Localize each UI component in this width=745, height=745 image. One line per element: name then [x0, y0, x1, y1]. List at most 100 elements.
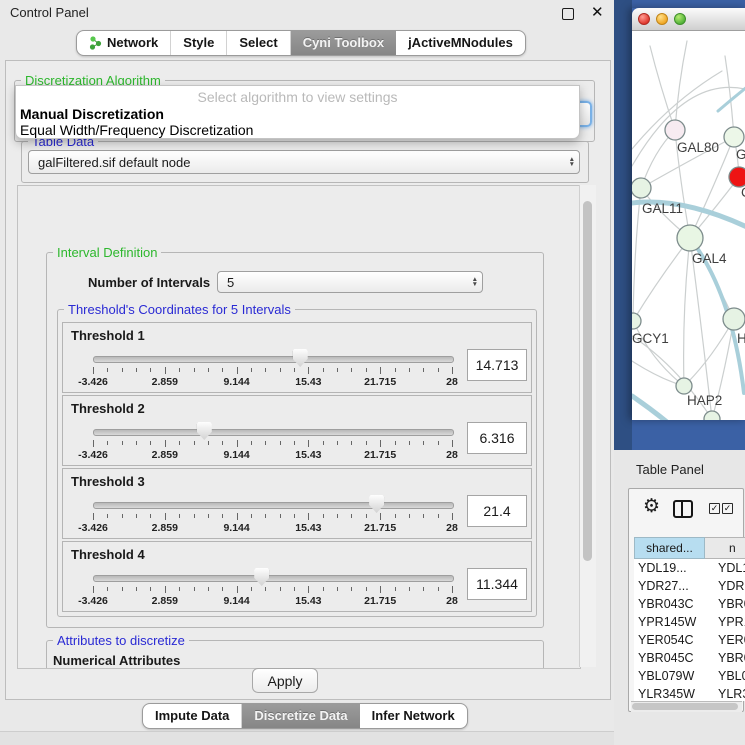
slider-track[interactable]	[93, 356, 454, 363]
network-node-hap2-node[interactable]	[676, 378, 692, 394]
tick-mark	[366, 368, 367, 372]
tab-style[interactable]: Style	[171, 31, 227, 55]
cell-name: YPR1	[718, 615, 745, 629]
table-row[interactable]: YBL079WYBL0	[634, 667, 745, 685]
settings-scrollbar-thumb[interactable]	[583, 201, 592, 561]
gear-icon[interactable]: ⚙	[643, 495, 660, 518]
network-node-gal80-node[interactable]	[665, 120, 685, 140]
tick-mark	[150, 441, 151, 445]
tick-mark	[409, 587, 410, 591]
tick-mark	[438, 368, 439, 372]
tick-mark	[208, 587, 209, 591]
checkbox-icon[interactable]: ✓	[722, 503, 733, 514]
interval-definition-group: Interval Definition Number of Intervals …	[46, 252, 544, 628]
algorithm-combo-focused-fragment[interactable]	[578, 101, 592, 127]
table-row[interactable]: YBR043C YBR0	[634, 595, 745, 613]
slider-thumb[interactable]	[293, 349, 308, 367]
settings-scrollbar[interactable]	[579, 185, 596, 667]
threshold-label: Threshold 2	[71, 401, 145, 416]
slider-thumb[interactable]	[197, 422, 212, 440]
table-data-combo[interactable]: galFiltered.sif default node ▲▼	[28, 150, 580, 174]
tick-mark	[337, 441, 338, 445]
tick-mark	[395, 441, 396, 445]
table-row[interactable]: YDL19...YDL1	[634, 559, 745, 577]
stepper-arrows-icon[interactable]: ▲▼	[472, 277, 478, 288]
tick-mark	[323, 514, 324, 518]
threshold-value-field[interactable]: 21.4	[467, 495, 527, 527]
tab-select[interactable]: Select	[227, 31, 290, 55]
network-node-gal4-node[interactable]	[677, 225, 703, 251]
number-of-intervals-label: Number of Intervals	[88, 275, 210, 290]
table-row[interactable]: YPR145WYPR1	[634, 613, 745, 631]
tick-label: 9.144	[207, 449, 267, 461]
bottom-tab-bar: Impute DataDiscretize DataInfer Network	[142, 703, 468, 729]
network-node-right-node[interactable]	[723, 308, 745, 330]
table-row[interactable]: YER054CYER0	[634, 631, 745, 649]
slider-thumb[interactable]	[254, 568, 269, 586]
tab-jactivemnodules[interactable]: jActiveMNodules	[396, 31, 525, 55]
column-header-name[interactable]: n	[705, 537, 745, 559]
tab-network[interactable]: Network	[77, 31, 171, 55]
tab-impute-data[interactable]: Impute Data	[143, 704, 242, 728]
slider-track[interactable]	[93, 502, 454, 509]
tick-mark	[251, 587, 252, 591]
float-window-icon[interactable]	[562, 8, 574, 20]
tick-mark	[136, 368, 137, 372]
checkbox-icon[interactable]: ✓	[709, 503, 720, 514]
minimize-traffic-light[interactable]	[656, 13, 668, 25]
node-label-gal80: GAL80	[677, 140, 719, 155]
tick-mark	[395, 368, 396, 372]
threshold-value-field[interactable]: 6.316	[467, 422, 527, 454]
tab-cyni-toolbox[interactable]: Cyni Toolbox	[291, 31, 396, 55]
table-row[interactable]: YLR345WYLR3	[634, 685, 745, 701]
dropdown-option[interactable]: Equal Width/Frequency Discretization	[20, 122, 253, 138]
horizontal-scrollbar-thumb[interactable]	[632, 703, 738, 710]
tick-mark	[423, 368, 424, 372]
network-node-bottom-node[interactable]	[704, 411, 720, 420]
network-window-titlebar[interactable]	[632, 8, 745, 31]
apply-button[interactable]: Apply	[252, 668, 318, 693]
table-row[interactable]: YDR27...YDR2	[634, 577, 745, 595]
column-header-shared-name[interactable]: shared...	[634, 537, 705, 559]
tick-mark	[165, 440, 166, 447]
network-node-top-right-node[interactable]	[724, 127, 744, 147]
network-node-red-node[interactable]	[729, 167, 745, 187]
network-node-gal11-node[interactable]	[632, 178, 651, 198]
close-icon[interactable]: ✕	[591, 3, 604, 21]
tick-mark	[251, 368, 252, 372]
close-traffic-light[interactable]	[638, 13, 650, 25]
tick-mark	[351, 368, 352, 372]
network-canvas[interactable]: GAL80GCGAL11GAL4GCY1HHAP2	[632, 31, 745, 420]
tick-mark	[380, 513, 381, 520]
network-node-gcy1-node[interactable]	[632, 313, 641, 329]
cell-shared-name: YDR27...	[638, 579, 689, 593]
number-of-intervals-combo[interactable]: 5 ▲▼	[217, 271, 483, 293]
threshold-value-field[interactable]: 11.344	[467, 568, 527, 600]
slider-track[interactable]	[93, 575, 454, 582]
tick-mark	[265, 514, 266, 518]
threshold-value-field[interactable]: 14.713	[467, 349, 527, 381]
tick-mark	[222, 441, 223, 445]
slider-track[interactable]	[93, 429, 454, 436]
split-columns-icon[interactable]	[673, 500, 693, 518]
algorithm-dropdown-popup: Select algorithm to view settings Manual…	[15, 85, 580, 139]
table-row[interactable]: YBR045CYBR0	[634, 649, 745, 667]
number-of-intervals-value: 5	[227, 275, 234, 290]
tick-mark	[179, 514, 180, 518]
horizontal-scrollbar[interactable]	[631, 701, 742, 712]
zoom-traffic-light[interactable]	[674, 13, 686, 25]
tick-mark	[237, 586, 238, 593]
tab-discretize-data[interactable]: Discretize Data	[242, 704, 359, 728]
cell-name: YBR0	[718, 597, 745, 611]
cell-shared-name: YBR043C	[638, 597, 694, 611]
tab-infer-network[interactable]: Infer Network	[360, 704, 467, 728]
tick-mark	[208, 441, 209, 445]
stepper-arrows-icon[interactable]: ▲▼	[569, 157, 575, 168]
slider-thumb[interactable]	[369, 495, 384, 513]
tick-mark	[194, 368, 195, 372]
table-data-group: Table Data galFiltered.sif default node …	[21, 141, 589, 183]
tick-label: 15.43	[278, 522, 338, 534]
tick-mark	[93, 513, 94, 520]
dropdown-option[interactable]: Manual Discretization	[20, 106, 164, 122]
tick-mark	[380, 367, 381, 374]
